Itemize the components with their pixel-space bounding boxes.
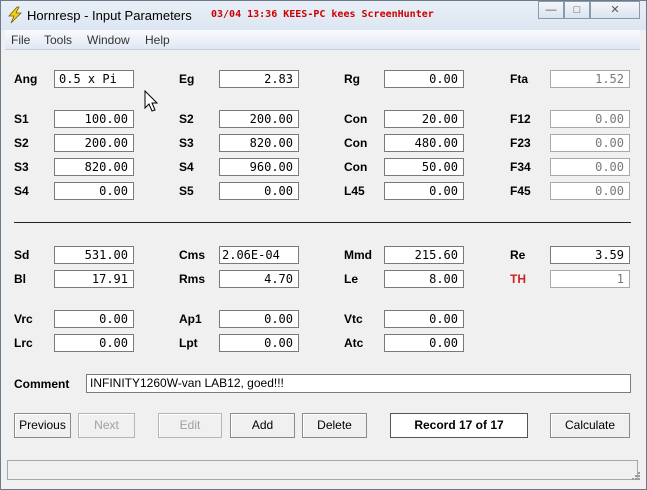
app-window: Hornresp - Input Parameters 03/04 13:36 … [0, 0, 647, 490]
label-mmd: Mmd [344, 248, 372, 262]
label-con: Con [344, 112, 368, 126]
delete-button[interactable]: Delete [302, 413, 367, 438]
re-field[interactable]: 3.59 [550, 246, 630, 264]
label-s4: S4 [14, 184, 29, 198]
comment-field[interactable]: INFINITY1260W-van LAB12, goed!!! [86, 374, 631, 393]
close-button[interactable]: ✕ [590, 1, 640, 19]
ap1-field[interactable]: 0.00 [219, 310, 299, 328]
le-field[interactable]: 8.00 [384, 270, 464, 288]
label-s2: S2 [14, 136, 29, 150]
th-field: 1 [550, 270, 630, 288]
label-atc: Atc [344, 336, 364, 350]
label-re: Re [510, 248, 526, 262]
rg-field[interactable]: 0.00 [384, 70, 464, 88]
s3-field-a[interactable]: 820.00 [219, 134, 299, 152]
label-s2: S2 [179, 112, 194, 126]
mmd-field[interactable]: 215.60 [384, 246, 464, 264]
eg-field[interactable]: 2.83 [219, 70, 299, 88]
label-s3: S3 [179, 136, 194, 150]
label-f45: F45 [510, 184, 531, 198]
con3-field[interactable]: 50.00 [384, 158, 464, 176]
add-button[interactable]: Add [230, 413, 295, 438]
calculate-button[interactable]: Calculate [550, 413, 630, 438]
status-bar [7, 460, 638, 480]
label-vtc: Vtc [344, 312, 363, 326]
minimize-icon: — [545, 4, 557, 16]
close-icon: ✕ [610, 4, 620, 16]
next-button[interactable]: Next [78, 413, 135, 438]
s2-field-b[interactable]: 200.00 [54, 134, 134, 152]
s5-field[interactable]: 0.00 [219, 182, 299, 200]
previous-button[interactable]: Previous [14, 413, 71, 438]
con1-field[interactable]: 20.00 [384, 110, 464, 128]
label-f34: F34 [510, 160, 531, 174]
cms-field[interactable]: 2.06E-04 [219, 246, 299, 264]
screenhunter-stamp: 03/04 13:36 KEES-PC kees ScreenHunter [211, 9, 434, 20]
label-ang: Ang [14, 72, 38, 86]
label-s1: S1 [14, 112, 29, 126]
menu-tools[interactable]: Tools [44, 33, 72, 47]
label-lpt: Lpt [179, 336, 198, 350]
maximize-icon: □ [573, 4, 581, 16]
f45-field: 0.00 [550, 182, 630, 200]
label-f12: F12 [510, 112, 531, 126]
maximize-button[interactable]: □ [564, 1, 590, 19]
label-con: Con [344, 160, 368, 174]
record-indicator: Record 17 of 17 [390, 413, 528, 438]
label-lrc: Lrc [14, 336, 33, 350]
menu-window[interactable]: Window [87, 33, 130, 47]
lightning-icon [8, 6, 22, 24]
label-con: Con [344, 136, 368, 150]
f23-field: 0.00 [550, 134, 630, 152]
minimize-button[interactable]: — [538, 1, 564, 19]
label-s4: S4 [179, 160, 194, 174]
atc-field[interactable]: 0.00 [384, 334, 464, 352]
vrc-field[interactable]: 0.00 [54, 310, 134, 328]
lrc-field[interactable]: 0.00 [54, 334, 134, 352]
s1-field[interactable]: 100.00 [54, 110, 134, 128]
resize-grip-icon[interactable] [629, 471, 641, 483]
label-eg: Eg [179, 72, 195, 86]
label-ap1: Ap1 [179, 312, 202, 326]
mouse-pointer-icon [144, 90, 159, 112]
sd-field[interactable]: 531.00 [54, 246, 134, 264]
label-s3: S3 [14, 160, 29, 174]
label-f23: F23 [510, 136, 531, 150]
label-s5: S5 [179, 184, 194, 198]
bl-field[interactable]: 17.91 [54, 270, 134, 288]
label-comment: Comment [14, 377, 70, 391]
fta-field: 1.52 [550, 70, 630, 88]
label-rms: Rms [179, 272, 206, 286]
f12-field: 0.00 [550, 110, 630, 128]
title-bar[interactable]: Hornresp - Input Parameters 03/04 13:36 … [1, 1, 646, 30]
label-sd: Sd [14, 248, 30, 262]
label-rg: Rg [344, 72, 360, 86]
f34-field: 0.00 [550, 158, 630, 176]
lpt-field[interactable]: 0.00 [219, 334, 299, 352]
label-bl: Bl [14, 272, 26, 286]
section-divider [14, 222, 631, 223]
rms-field[interactable]: 4.70 [219, 270, 299, 288]
menu-help[interactable]: Help [145, 33, 170, 47]
menu-bar: File Tools Window Help [5, 30, 640, 50]
window-title: Hornresp - Input Parameters [27, 8, 192, 23]
l45-field[interactable]: 0.00 [384, 182, 464, 200]
s4-field-b[interactable]: 0.00 [54, 182, 134, 200]
label-l45: L45 [344, 184, 365, 198]
label-cms: Cms [179, 248, 206, 262]
vtc-field[interactable]: 0.00 [384, 310, 464, 328]
label-th: TH [510, 272, 526, 286]
ang-field[interactable]: 0.5 x Pi [54, 70, 134, 88]
con2-field[interactable]: 480.00 [384, 134, 464, 152]
label-vrc: Vrc [14, 312, 33, 326]
menu-file[interactable]: File [11, 33, 30, 47]
s4-field-a[interactable]: 960.00 [219, 158, 299, 176]
s2-field-a[interactable]: 200.00 [219, 110, 299, 128]
s3-field-b[interactable]: 820.00 [54, 158, 134, 176]
label-le: Le [344, 272, 359, 286]
label-fta: Fta [510, 72, 528, 86]
edit-button[interactable]: Edit [158, 413, 222, 438]
